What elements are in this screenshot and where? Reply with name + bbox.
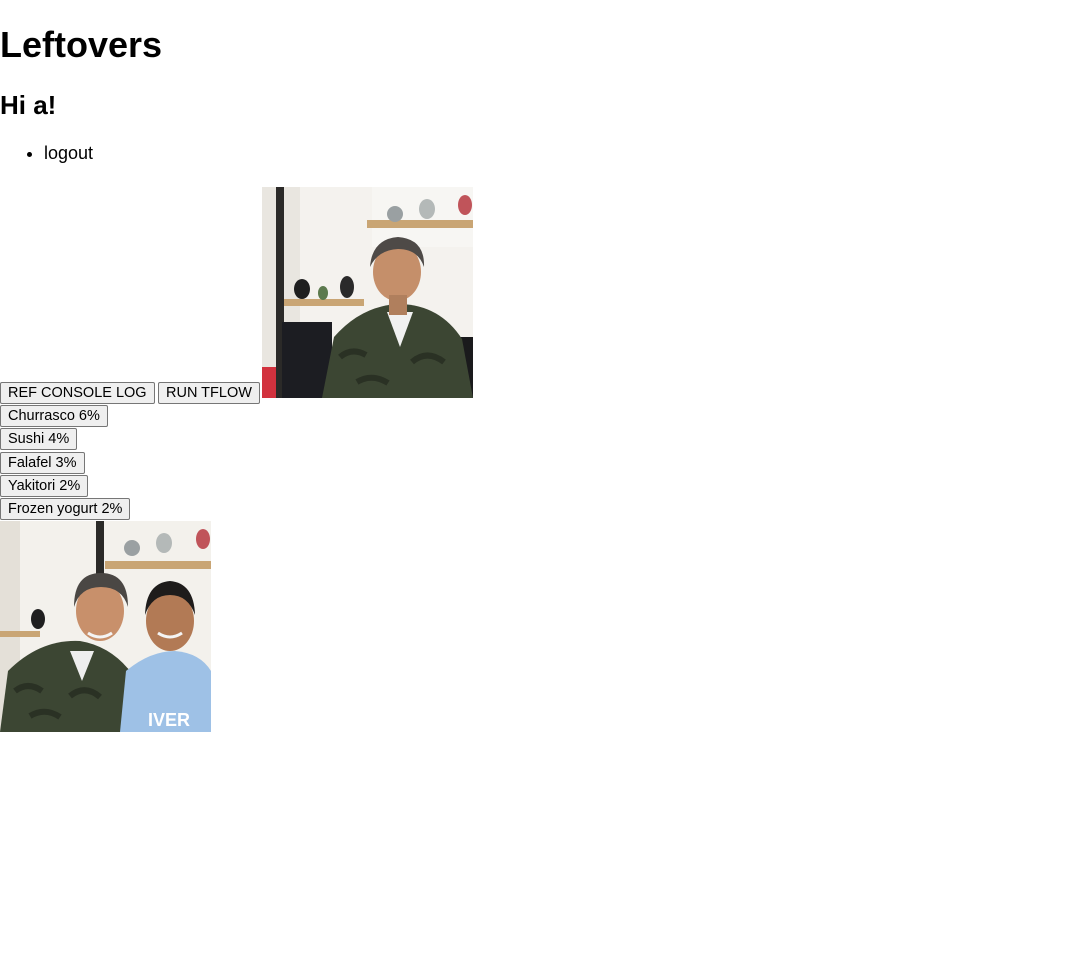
nav-list: logout (0, 141, 93, 165)
nav-item-logout[interactable]: logout (44, 141, 93, 165)
prediction-button-frozen-yogurt[interactable]: Frozen yogurt 2% (0, 498, 131, 520)
prediction-button-yakitori[interactable]: Yakitori 2% (0, 475, 89, 497)
prediction-button-churrasco[interactable]: Churrasco 6% (0, 405, 108, 427)
page: Leftovers Hi a! logout (0, 0, 1080, 975)
logout-link[interactable]: logout (44, 143, 93, 163)
run-tflow-button[interactable]: RUN TFLOW (158, 382, 260, 404)
prediction-button-falafel[interactable]: Falafel 3% (0, 452, 85, 474)
greeting-heading: Hi a! (0, 90, 57, 120)
ref-console-log-button[interactable]: REF CONSOLE LOG (0, 382, 155, 404)
prediction-button-sushi[interactable]: Sushi 4% (0, 428, 78, 450)
app-title: Leftovers (0, 24, 163, 65)
svg-text:IVER: IVER (148, 710, 190, 730)
captured-photo: IVER (0, 521, 211, 732)
webcam-photo (262, 187, 473, 398)
